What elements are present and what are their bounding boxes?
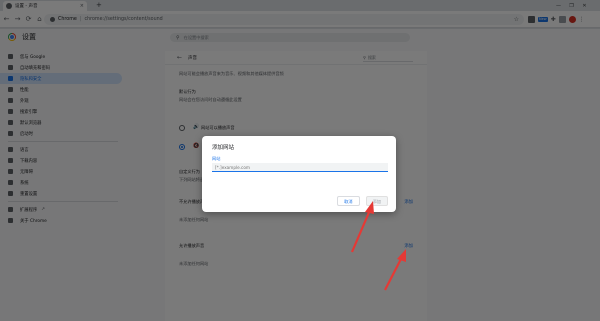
- browser-window: 设置 - 声音 × + — ❐ ✕ ← → ⟳ ⌂ Chrome | chrom…: [0, 0, 600, 321]
- cancel-button[interactable]: 取消: [337, 196, 360, 206]
- add-site-dialog: 添加网站 网站 取消 添加: [202, 136, 396, 212]
- dialog-buttons: 取消 添加: [337, 196, 388, 206]
- add-button[interactable]: 添加: [365, 196, 388, 206]
- site-field-label: 网站: [212, 156, 221, 161]
- site-input[interactable]: [212, 163, 388, 172]
- dialog-title: 添加网站: [212, 145, 235, 151]
